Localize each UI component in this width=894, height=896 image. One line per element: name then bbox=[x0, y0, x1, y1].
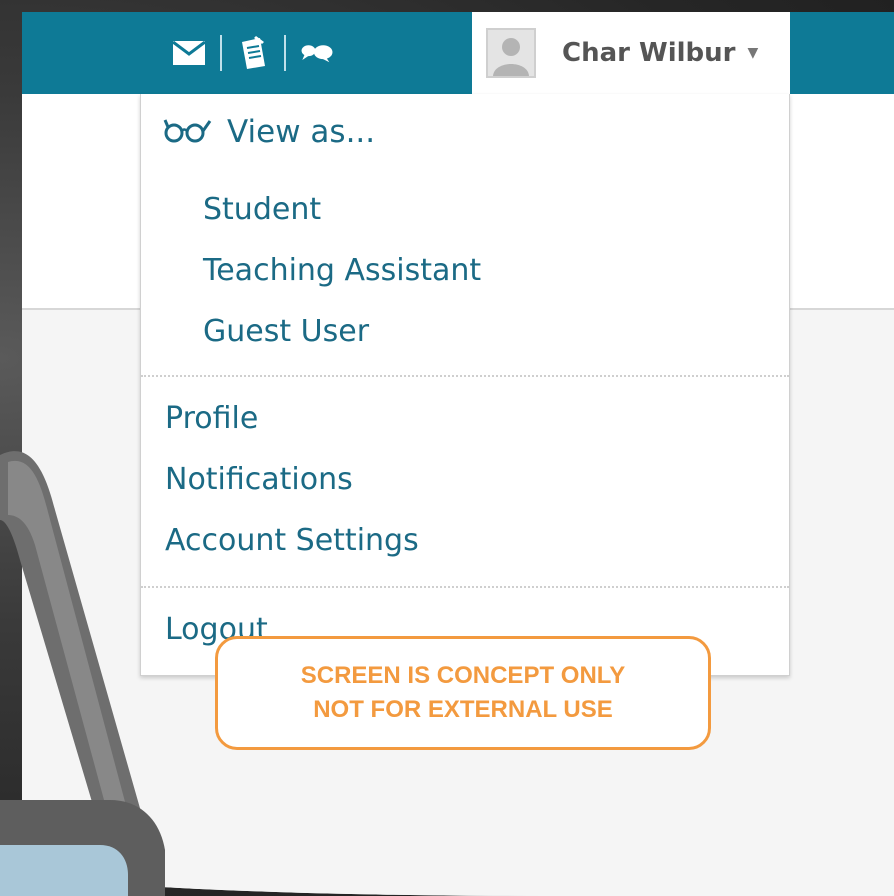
clipboard-icon[interactable] bbox=[236, 36, 270, 70]
menu-item-teaching-assistant[interactable]: Teaching Assistant bbox=[203, 253, 481, 288]
menu-item-guest-user[interactable]: Guest User bbox=[203, 314, 369, 349]
view-as-header: View as... bbox=[163, 114, 375, 150]
user-menu-toggle[interactable]: Char Wilbur ▼ bbox=[472, 12, 790, 94]
user-name: Char Wilbur bbox=[562, 38, 736, 68]
glasses-icon bbox=[163, 117, 213, 147]
menu-divider bbox=[141, 586, 789, 588]
mail-icon[interactable] bbox=[172, 36, 206, 70]
menu-item-notifications[interactable]: Notifications bbox=[165, 462, 353, 497]
topbar-separator bbox=[220, 35, 222, 71]
menu-item-account-settings[interactable]: Account Settings bbox=[165, 523, 419, 558]
avatar bbox=[486, 28, 536, 78]
chat-bubbles-icon[interactable] bbox=[300, 36, 334, 70]
topbar-separator bbox=[284, 35, 286, 71]
view-as-label: View as... bbox=[227, 114, 376, 150]
menu-item-profile[interactable]: Profile bbox=[165, 401, 258, 436]
chevron-down-icon: ▼ bbox=[747, 45, 759, 61]
user-dropdown-menu: View as... Student Teaching Assistant Gu… bbox=[140, 94, 790, 676]
menu-item-student[interactable]: Student bbox=[203, 192, 321, 227]
menu-divider bbox=[141, 375, 789, 377]
top-navigation-bar: Char Wilbur ▼ bbox=[22, 12, 894, 94]
watermark-line-2: NOT FOR EXTERNAL USE bbox=[313, 696, 613, 723]
watermark-line-1: SCREEN IS CONCEPT ONLY bbox=[300, 662, 626, 689]
concept-watermark: SCREEN IS CONCEPT ONLY NOT FOR EXTERNAL … bbox=[215, 636, 711, 750]
topbar-icon-group bbox=[172, 12, 334, 94]
